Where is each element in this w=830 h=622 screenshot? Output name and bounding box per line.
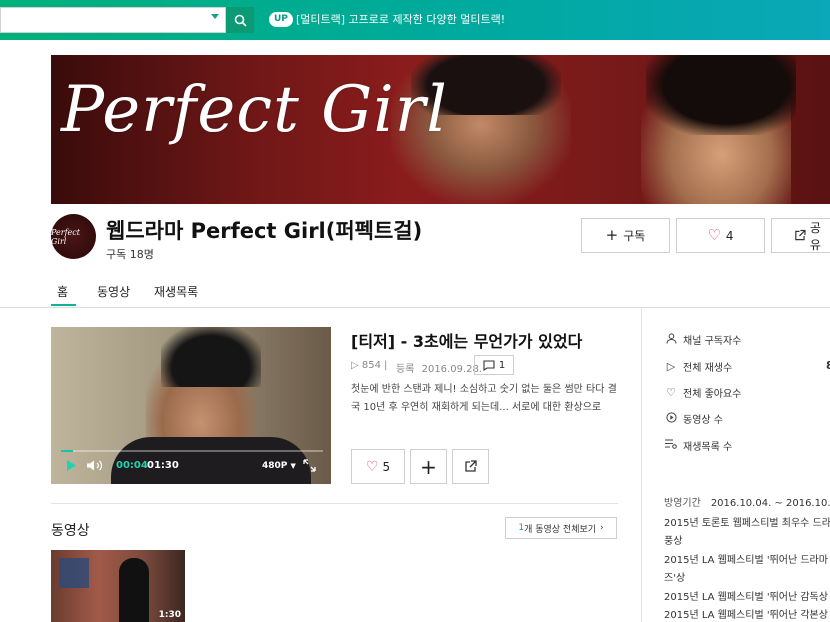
channel-title: 웹드라마 Perfect Girl(퍼펙트걸) <box>106 219 423 243</box>
stat-video-count: 동영상 수 <box>664 411 723 426</box>
quality-caret-icon: ▼ <box>290 462 296 470</box>
award-line: 2015년 LA 웹페스티벌 '뛰어난 드라마 <box>664 555 828 566</box>
play-icon <box>67 460 76 471</box>
play-count: ▷ 854 <box>351 360 381 371</box>
period-value: 2016.10.04. ~ 2016.10. <box>710 498 830 509</box>
avatar-logo-text: Perfect Girl <box>51 227 80 246</box>
featured-description: 첫눈에 반한 스탠과 제니! 소심하고 숫기 없는 둘은 썸만 타다 결국 10… <box>351 384 617 413</box>
video-like-button[interactable]: ♡ 5 <box>351 449 405 484</box>
stat-total-likes: ♡ 전체 좋아요수 <box>664 385 741 400</box>
thumbnail-duration: 1:30 <box>158 610 181 620</box>
progress-bar[interactable] <box>61 450 323 452</box>
tab-playlists[interactable]: 재생목록 <box>154 283 198 300</box>
stat-label: 전체 좋아요수 <box>683 389 742 400</box>
add-to-playlist-button[interactable]: + <box>410 449 447 484</box>
thumbnail-window <box>59 558 89 588</box>
video-like-count: 5 <box>382 459 391 474</box>
quality-label: 480P <box>262 461 288 471</box>
comment-icon <box>483 359 495 371</box>
current-time: 00:04 <box>116 460 148 471</box>
active-tab-indicator <box>51 304 76 306</box>
play-icon: ▷ <box>666 360 676 373</box>
share-label: 공유 <box>809 220 821 252</box>
quality-selector[interactable]: 480P ▼ <box>262 461 296 471</box>
stat-label: 전체 재생수 <box>683 363 733 374</box>
section-divider <box>51 503 618 504</box>
search-dropdown-icon[interactable] <box>211 14 219 19</box>
award-line: 2015년 LA 웹페스티벌 '뛰어난 감독상 <box>664 592 828 603</box>
chevron-right-icon: › <box>600 523 604 533</box>
like-button[interactable]: ♡ 4 <box>676 218 765 253</box>
view-all-label: 개 동영상 전체보기 <box>524 524 597 535</box>
plus-icon: + <box>420 454 437 479</box>
share-button[interactable]: 공유 <box>771 218 830 253</box>
up-badge: UP <box>269 12 293 27</box>
play-count-value: 854 <box>361 360 381 371</box>
promo-link[interactable]: [멀티트랙] 고프로로 제작한 다양한 멀티트랙! <box>296 11 505 29</box>
banner-image-woman-hair <box>646 55 796 135</box>
progress-fill <box>61 450 73 452</box>
search-icon <box>234 14 247 27</box>
award-line: 즈'상 <box>664 573 686 584</box>
tab-home[interactable]: 홈 <box>57 283 68 300</box>
video-share-button[interactable] <box>452 449 489 484</box>
subscribe-label: 구독 <box>623 229 646 243</box>
video-thumbnail[interactable]: 1:30 <box>51 550 185 622</box>
plus-icon: + <box>605 226 619 244</box>
award-line: 2015년 토론토 웹페스티벌 최우수 드라 <box>664 518 830 529</box>
meta-separator: | <box>384 360 388 371</box>
stat-label: 재생목록 수 <box>683 442 733 453</box>
heart-icon: ♡ <box>365 458 379 475</box>
upload-date-label: 등록 <box>396 364 415 375</box>
search-input[interactable] <box>0 7 226 33</box>
play-button[interactable] <box>66 460 76 474</box>
volume-button[interactable] <box>87 460 105 474</box>
playlist-icon <box>664 439 678 452</box>
channel-banner: Perfect Girl <box>51 55 830 204</box>
sidebar-divider <box>641 308 642 622</box>
duration: 01:30 <box>147 460 179 471</box>
like-count: 4 <box>725 228 734 243</box>
share-icon <box>465 460 477 472</box>
stat-value-partial: 8 <box>826 359 830 372</box>
search-button[interactable] <box>226 7 254 33</box>
video-frame-hair <box>161 327 261 387</box>
stat-subscribers: 채널 구독자수 <box>664 332 741 347</box>
featured-video-title[interactable]: [티저] - 3초에는 무언가가 있었다 <box>351 328 582 352</box>
period-label: 방영기간 <box>664 498 701 509</box>
subscriber-count: 구독 18명 <box>106 248 154 261</box>
divider <box>0 307 830 308</box>
thumbnail-figure <box>119 558 149 622</box>
stat-label: 동영상 수 <box>683 415 723 426</box>
subscribe-button[interactable]: + 구독 <box>581 218 670 253</box>
fullscreen-button[interactable] <box>303 459 316 475</box>
award-line: 2015년 LA 웹페스티벌 '뛰어난 각본상 <box>664 610 828 621</box>
fullscreen-icon <box>303 459 316 472</box>
tab-videos[interactable]: 동영상 <box>97 283 130 300</box>
award-line: 풍상 <box>664 536 683 547</box>
stat-total-plays: ▷ 전체 재생수 <box>664 359 732 374</box>
channel-avatar[interactable]: Perfect Girl <box>51 214 96 259</box>
heart-icon: ♡ <box>707 226 721 244</box>
person-icon <box>664 332 678 347</box>
share-icon <box>795 229 806 241</box>
comment-count: 1 <box>498 359 506 371</box>
stat-label: 채널 구독자수 <box>683 336 742 347</box>
comment-button[interactable]: 1 <box>474 355 514 375</box>
volume-icon <box>87 460 103 471</box>
view-all-videos-link[interactable]: 1 개 동영상 전체보기 › <box>505 517 617 539</box>
upload-date: 등록 2016.09.28. <box>396 360 482 375</box>
upload-date-value: 2016.09.28. <box>421 364 483 375</box>
heart-icon: ♡ <box>666 386 676 399</box>
videos-section-title: 동영상 <box>51 523 90 539</box>
banner-logo-text: Perfect Girl <box>61 73 448 147</box>
circle-play-icon <box>664 411 678 426</box>
play-count-icon: ▷ <box>351 360 359 371</box>
stat-playlist-count: 재생목록 수 <box>664 438 732 453</box>
broadcast-period: 방영기간 2016.10.04. ~ 2016.10. <box>664 494 830 509</box>
